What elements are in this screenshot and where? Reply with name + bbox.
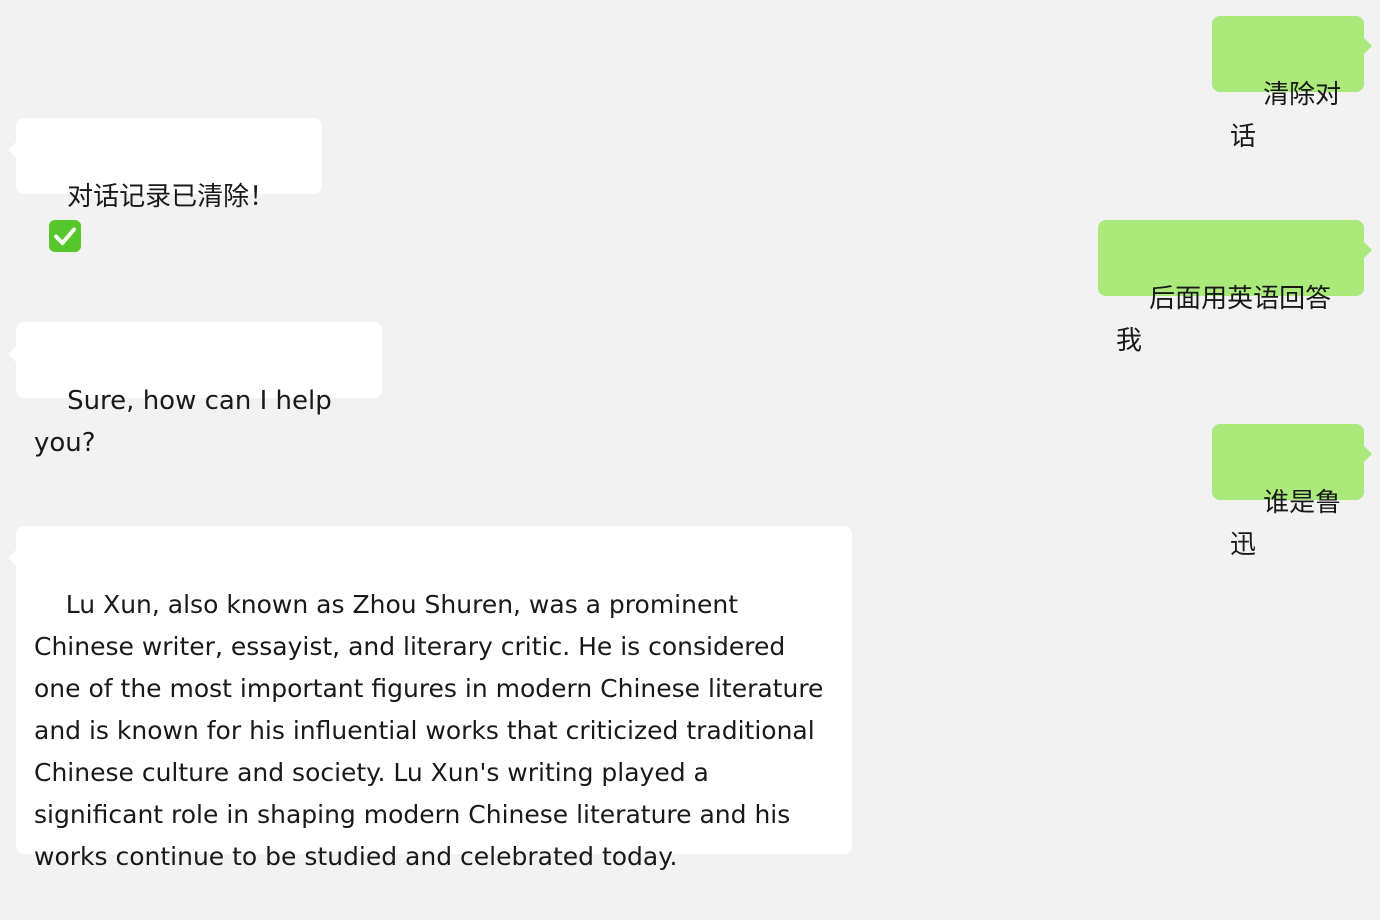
chat-window: 清除对话 对话记录已清除！ 后面用英语回答我 Sure, how can I h… (0, 0, 1380, 874)
user-message-bubble[interactable]: 后面用英语回答我 (1098, 220, 1372, 356)
user-message-bubble[interactable]: 谁是鲁迅 (1212, 424, 1372, 560)
message-text: Sure, how can I help you? (34, 386, 340, 458)
user-message-bubble[interactable]: 清除对话 (1212, 16, 1372, 152)
assistant-message-bubble[interactable]: 对话记录已清除！ (8, 118, 322, 252)
message-text: 对话记录已清除！ (67, 182, 276, 212)
assistant-message-bubble[interactable]: Lu Xun, also known as Zhou Shuren, was a… (8, 526, 852, 871)
message-text: 清除对话 (1230, 80, 1342, 152)
message-text: Lu Xun, also known as Zhou Shuren, was a… (34, 590, 832, 871)
check-mark-button-icon (48, 219, 82, 253)
assistant-message-bubble[interactable]: Sure, how can I help you? (8, 322, 382, 458)
message-text: 后面用英语回答我 (1116, 284, 1332, 356)
message-text: 谁是鲁迅 (1230, 488, 1342, 560)
